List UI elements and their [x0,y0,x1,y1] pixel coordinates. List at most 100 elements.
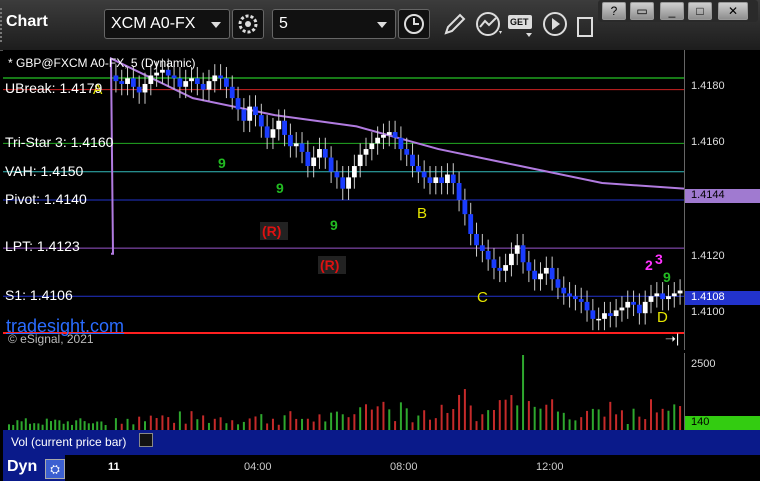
count-marker: 9 [663,269,671,285]
candle [654,293,660,297]
candle [258,115,264,127]
window-title: Chart [6,13,48,30]
candle [578,299,584,302]
get-button[interactable]: GET [506,9,536,39]
candle [607,313,613,317]
symbol-dropdown[interactable]: XCM A0-FX [104,9,230,39]
candle [538,273,543,280]
candle [677,290,683,294]
candle [369,143,375,150]
candle [340,177,346,189]
interval-dropdown[interactable]: 5 [272,9,396,39]
candle [311,157,317,167]
gear-icon [238,14,258,34]
candle [543,267,549,274]
candle [148,75,154,84]
maximize-button[interactable]: □ [688,2,712,20]
candle [514,245,520,254]
count-marker: 3 [655,251,663,267]
close-button[interactable]: ✕ [718,2,748,20]
candle [555,279,561,288]
page-button[interactable] [576,16,594,38]
play-button[interactable] [540,9,570,39]
candle [212,75,218,82]
candle [427,177,433,184]
candle [410,154,415,167]
volume-pane[interactable] [3,353,684,430]
time-label-day: 11 [108,461,120,473]
candle [590,310,596,319]
chart-toolbar: Chart XCM A0-FX 5 GET ? ▭ _ □ ✕ [0,0,760,51]
candle [375,137,381,144]
candle [474,233,479,246]
candle [468,214,474,234]
candle [253,106,258,116]
chart-header: * GBP@FXCM A0-FX, 5 (Dynamic) [8,56,196,70]
candle [392,132,398,138]
dynamic-settings-icon[interactable]: ⛭ [45,459,65,479]
candle [398,137,404,150]
candle [415,166,421,172]
candle [177,78,183,87]
volume-axis: 2500 140 [684,353,760,430]
candle [334,171,340,178]
candle [328,157,334,172]
candle [200,83,206,90]
time-label-0800: 08:00 [390,461,418,473]
candle [479,245,485,251]
candle [456,183,462,200]
clock-icon [404,14,424,34]
candle [636,304,642,314]
candle [526,262,532,271]
dynamic-box[interactable]: Dyn ⛭ [3,455,65,481]
pane-toggle-button[interactable] [139,433,153,447]
candle [241,109,247,121]
candle [509,253,514,266]
count-marker: 9 [276,180,284,196]
candle [299,143,305,152]
chevron-down-icon [211,22,221,28]
help-button[interactable]: ? [602,2,626,20]
draw-button[interactable] [440,9,468,39]
candle [113,75,119,82]
time-label-0400: 04:00 [244,461,272,473]
candle [549,267,555,280]
candle [404,149,410,155]
symbol-value: XCM A0-FX [111,15,196,32]
candle [450,174,456,184]
candle [282,120,287,135]
candle [276,120,282,130]
price-tick-label: 1.4160 [691,136,725,149]
chevron-down-icon [377,22,387,28]
candle [497,267,503,271]
level-label-vah: VAH: 1.4150 [5,163,84,179]
candle [136,86,142,93]
candle [439,177,445,184]
volume-label: Vol (current price bar) [11,435,127,449]
minimize-button[interactable]: _ [660,2,684,20]
price-chart-pane[interactable]: A B C D (R) (R) 9 9 9 9 2 3 * GBP@FXCM A… [3,50,684,350]
scroll-to-end-icon[interactable]: ➝| [665,331,679,347]
candle [642,301,648,314]
time-axis[interactable]: Dyn ⛭ 11 04:00 08:00 12:00 [0,455,760,481]
studies-button[interactable] [474,9,504,39]
candle [270,129,276,138]
candle [503,265,509,271]
signal-counts: 9 9 9 9 [218,155,671,285]
candle [660,293,666,300]
candle [602,313,607,319]
candle [194,78,200,84]
clock-button[interactable] [398,9,430,39]
candle [532,270,538,280]
settings-button[interactable] [232,9,264,39]
price-axis[interactable]: 1.41801.41601.41401.41201.4100 1.4144 1.… [684,50,760,350]
candle [491,259,497,268]
candle [561,287,567,294]
candle [247,106,253,121]
candle [363,149,369,155]
price-tick-label: 1.4100 [691,306,725,319]
restore-button[interactable]: ▭ [630,2,654,20]
candle [357,154,363,167]
ma-value-badge: 1.4144 [685,189,760,203]
candle [125,78,130,84]
